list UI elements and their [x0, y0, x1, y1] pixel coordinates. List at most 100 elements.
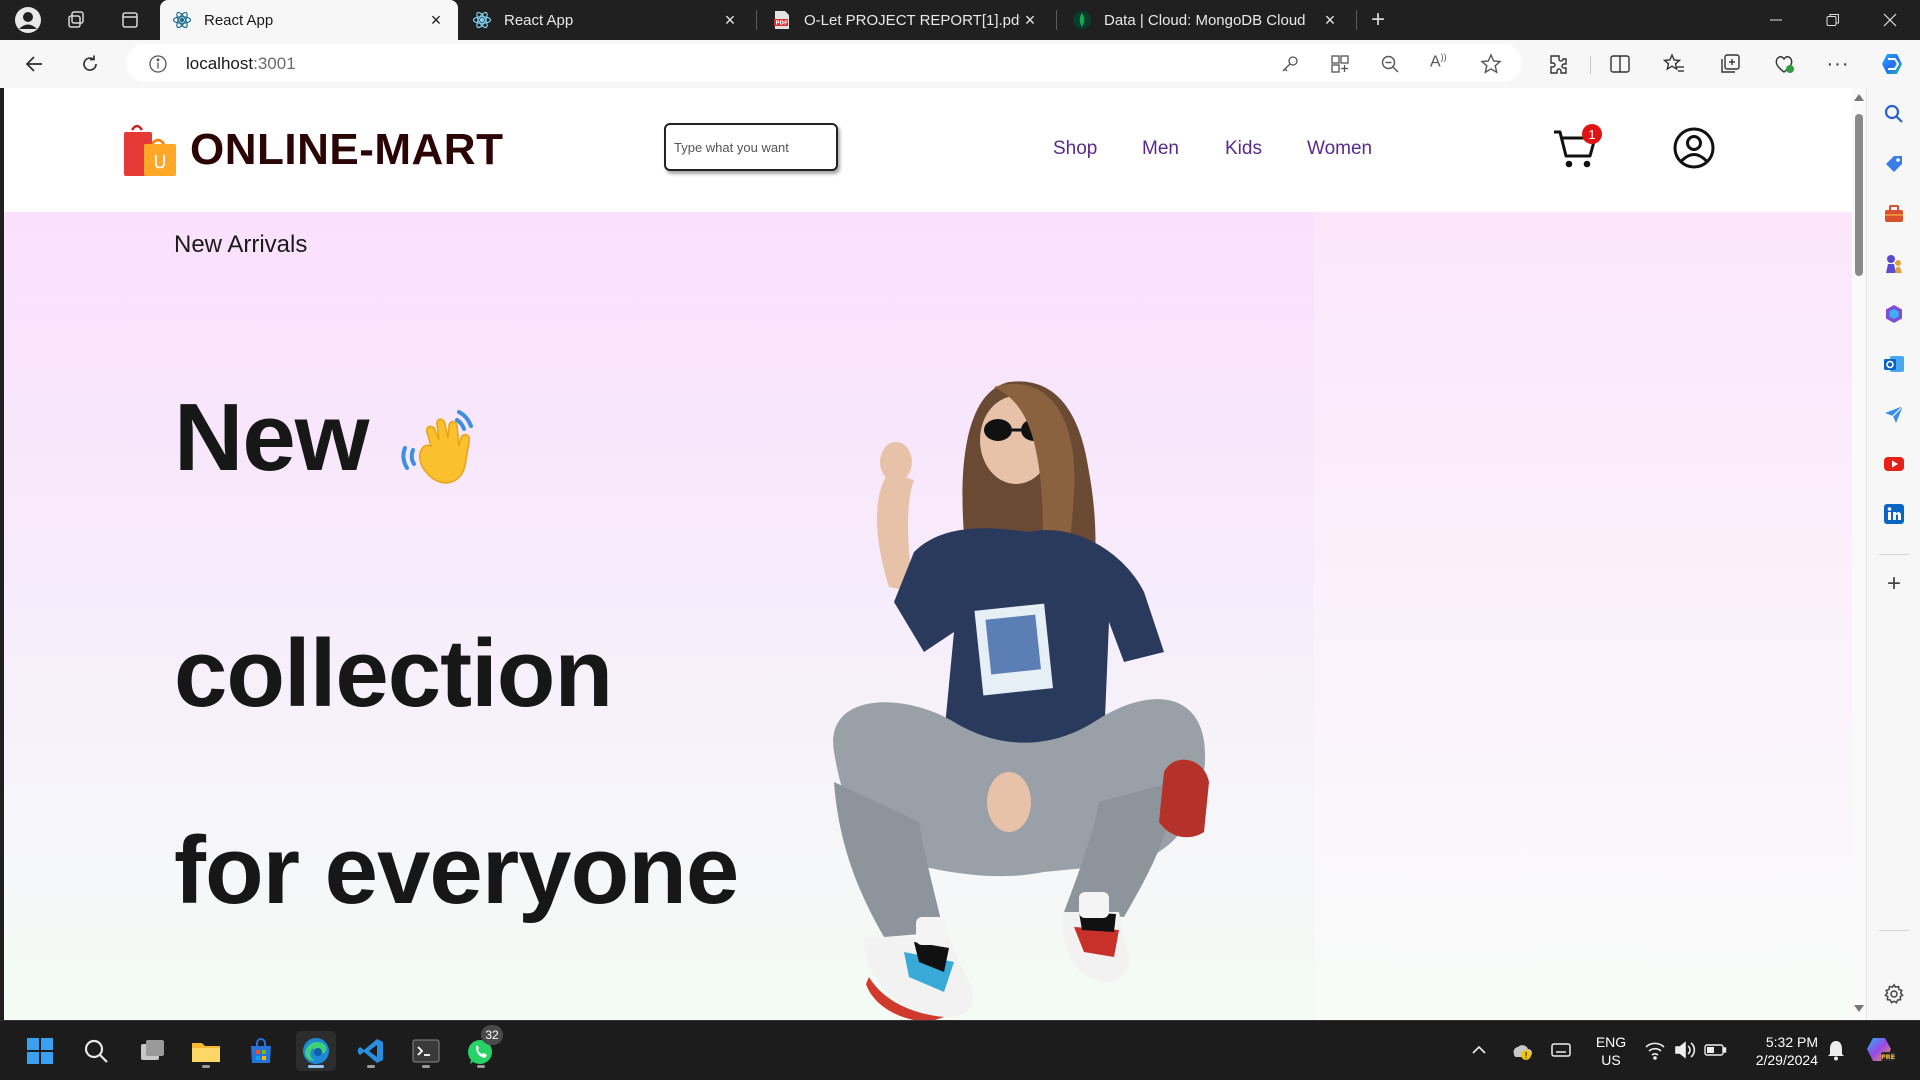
- sidebar-divider: [1879, 930, 1909, 931]
- scroll-down-arrow-icon[interactable]: [1854, 1005, 1864, 1012]
- refresh-icon[interactable]: [74, 48, 106, 80]
- task-view-icon[interactable]: [132, 1031, 172, 1071]
- battery-icon[interactable]: [1704, 1041, 1728, 1064]
- minimize-window-icon[interactable]: [1748, 0, 1804, 40]
- close-tab-icon[interactable]: ×: [1020, 11, 1040, 29]
- region-code: US: [1601, 1052, 1621, 1068]
- edge-sidebar: +: [1866, 88, 1920, 1020]
- scroll-up-arrow-icon[interactable]: [1854, 94, 1864, 101]
- more-options-icon[interactable]: ···: [1822, 48, 1854, 80]
- extensions-icon[interactable]: [1542, 48, 1574, 80]
- hero-heading-line-3: for everyone: [174, 817, 739, 924]
- wifi-icon[interactable]: [1644, 1040, 1666, 1065]
- tab-separator: [1356, 10, 1357, 30]
- edge-browser-icon[interactable]: [296, 1031, 336, 1071]
- sidebar-divider: [1879, 554, 1909, 555]
- volume-icon[interactable]: [1674, 1040, 1696, 1065]
- copilot-taskbar-icon[interactable]: PRE: [1864, 1035, 1896, 1070]
- scrollbar-thumb[interactable]: [1855, 114, 1863, 276]
- app-available-icon[interactable]: [1330, 54, 1350, 79]
- favorite-star-icon[interactable]: [1480, 53, 1502, 80]
- copilot-icon[interactable]: [1876, 48, 1908, 80]
- close-tab-icon[interactable]: ×: [720, 11, 740, 29]
- hero-section: New Arrivals New collection for everyone: [4, 212, 1852, 1020]
- tab-separator: [1056, 10, 1057, 30]
- page-scrollbar[interactable]: [1852, 88, 1866, 1020]
- tab-react-app[interactable]: React App ×: [460, 0, 752, 40]
- new-tab-icon[interactable]: +: [1362, 4, 1394, 36]
- nav-link-kids[interactable]: Kids: [1225, 138, 1262, 160]
- cart-count-badge: 1: [1582, 124, 1602, 144]
- terminal-icon[interactable]: [406, 1031, 446, 1071]
- sidebar-outlook-icon[interactable]: [1882, 352, 1906, 376]
- nav-link-shop[interactable]: Shop: [1053, 138, 1097, 160]
- show-hidden-icons-chevron-icon[interactable]: [1470, 1041, 1488, 1064]
- profile-avatar-icon[interactable]: [12, 4, 44, 36]
- shopping-bags-icon: U: [124, 124, 176, 176]
- sidebar-tools-icon[interactable]: [1882, 202, 1906, 226]
- browser-tab-strip: React App × React App × PDF O-Let PROJEC…: [0, 0, 1920, 40]
- hero-model-photo: [833, 381, 1209, 1020]
- close-window-icon[interactable]: [1862, 0, 1918, 40]
- sidebar-linkedin-icon[interactable]: [1882, 502, 1906, 526]
- running-indicator: [202, 1065, 210, 1068]
- search-input[interactable]: [664, 123, 838, 171]
- tab-react-app-active[interactable]: React App ×: [160, 0, 458, 40]
- address-bar[interactable]: localhost:3001 A)): [126, 44, 1522, 82]
- clock-date: 2/29/2024: [1755, 1052, 1818, 1068]
- sidebar-settings-gear-icon[interactable]: [1882, 982, 1906, 1006]
- microsoft-store-icon[interactable]: [241, 1031, 281, 1071]
- file-explorer-icon[interactable]: [186, 1031, 226, 1071]
- whatsapp-icon[interactable]: 32: [461, 1025, 503, 1071]
- tab-title: Data | Cloud: MongoDB Cloud: [1104, 11, 1306, 29]
- react-icon: [472, 10, 492, 30]
- svg-text:!: !: [1524, 1052, 1528, 1062]
- windows-start-icon[interactable]: [20, 1031, 60, 1071]
- notification-bell-icon[interactable]: [1826, 1039, 1846, 1066]
- tab-separator: [756, 10, 757, 30]
- back-arrow-icon[interactable]: [18, 48, 50, 80]
- tab-pdf-report[interactable]: PDF O-Let PROJECT REPORT[1].pdf ×: [760, 0, 1052, 40]
- user-profile-icon[interactable]: [1672, 126, 1716, 170]
- sidebar-shopping-tag-icon[interactable]: [1882, 152, 1906, 176]
- close-tab-icon[interactable]: ×: [1320, 11, 1340, 29]
- site-logo[interactable]: U ONLINE-MART: [122, 122, 503, 178]
- zoom-out-icon[interactable]: [1380, 54, 1400, 79]
- collections-icon[interactable]: [1714, 48, 1746, 80]
- split-screen-icon[interactable]: [1604, 48, 1636, 80]
- svg-text:PRE: PRE: [1881, 1053, 1895, 1061]
- vscode-icon[interactable]: [351, 1031, 391, 1071]
- hero-right-panel: [1314, 212, 1852, 1020]
- read-aloud-icon[interactable]: A)): [1430, 52, 1447, 71]
- clock[interactable]: 5:32 PM 2/29/2024: [1738, 1033, 1818, 1069]
- running-indicator: [422, 1065, 430, 1068]
- taskbar-search-icon[interactable]: [76, 1031, 116, 1071]
- close-tab-icon[interactable]: ×: [426, 11, 446, 29]
- browser-essentials-icon[interactable]: [1768, 48, 1800, 80]
- notification-count-badge: 32: [481, 1025, 503, 1045]
- workspaces-icon[interactable]: [60, 4, 92, 36]
- sidebar-youtube-icon[interactable]: [1882, 452, 1906, 476]
- sidebar-games-icon[interactable]: [1882, 252, 1906, 276]
- browser-toolbar: localhost:3001 A)) ···: [0, 40, 1920, 88]
- tab-actions-icon[interactable]: [114, 4, 146, 36]
- tab-mongodb-cloud[interactable]: Data | Cloud: MongoDB Cloud ×: [1060, 0, 1352, 40]
- sidebar-drop-send-icon[interactable]: [1882, 402, 1906, 426]
- onedrive-warning-icon[interactable]: !: [1510, 1039, 1532, 1066]
- keyboard-layout-icon[interactable]: [1550, 1039, 1572, 1066]
- hero-label: New Arrivals: [174, 231, 308, 258]
- tab-title: React App: [204, 11, 274, 29]
- sidebar-search-icon[interactable]: [1882, 102, 1906, 126]
- page-viewport: U ONLINE-MART Shop Men Kids Women 1 New …: [4, 88, 1866, 1020]
- logo-letter: U: [153, 152, 166, 173]
- nav-link-women[interactable]: Women: [1307, 138, 1372, 160]
- favorites-icon[interactable]: [1658, 48, 1690, 80]
- sidebar-microsoft-365-icon[interactable]: [1882, 302, 1906, 326]
- password-key-icon[interactable]: [1280, 54, 1300, 79]
- input-language[interactable]: ENG US: [1590, 1033, 1632, 1069]
- react-icon: [172, 10, 192, 30]
- sidebar-add-icon[interactable]: +: [1882, 570, 1906, 597]
- restore-window-icon[interactable]: [1805, 0, 1861, 40]
- site-info-icon[interactable]: [148, 54, 168, 79]
- nav-link-men[interactable]: Men: [1142, 138, 1179, 160]
